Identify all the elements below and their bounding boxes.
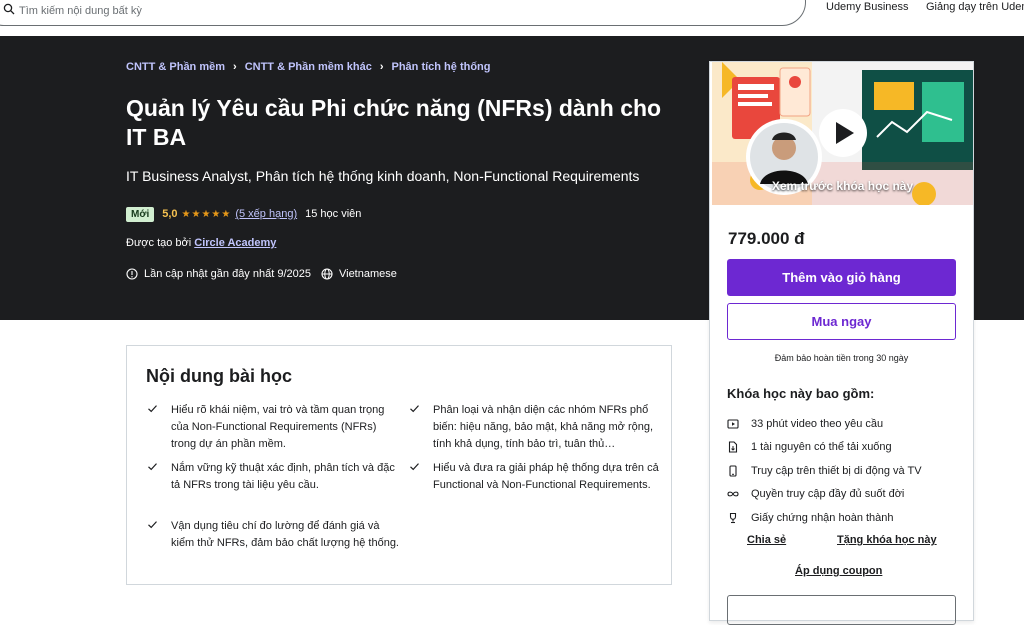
list-item: 33 phút video theo yêu cầu bbox=[727, 412, 967, 436]
learn-item-text: Nắm vững kỹ thuật xác định, phân tích và… bbox=[171, 462, 395, 491]
learn-item-text: Vận dụng tiêu chí đo lường để đánh giá v… bbox=[171, 520, 399, 549]
infinity-icon bbox=[727, 491, 739, 497]
breadcrumb: CNTT & Phần mềm › CNTT & Phần mềm khác ›… bbox=[126, 60, 491, 74]
course-language: Vietnamese bbox=[338, 268, 397, 280]
what-you-learn-box: Nội dung bài học Hiểu rõ khái niệm, vai … bbox=[126, 345, 672, 585]
student-count: 15 học viên bbox=[305, 208, 362, 220]
mobile-icon bbox=[729, 465, 737, 477]
breadcrumb-item-system-analysis[interactable]: Phân tích hệ thống bbox=[392, 61, 491, 73]
new-badge: Mới bbox=[126, 206, 155, 222]
apply-coupon-link[interactable]: Áp dụng coupon bbox=[795, 565, 882, 577]
list-item: Giấy chứng nhận hoàn thành bbox=[727, 506, 967, 530]
search-bar[interactable] bbox=[0, 0, 806, 26]
learn-item: Phân loại và nhận diện các nhóm NFRs phổ… bbox=[410, 402, 663, 453]
learn-item: Hiểu rõ khái niệm, vai trò và tầm quan t… bbox=[148, 402, 401, 453]
course-title: Quản lý Yêu cầu Phi chức năng (NFRs) dàn… bbox=[126, 95, 662, 150]
instructor-prefix: Được tạo bởi bbox=[126, 237, 195, 249]
nav-udemy-business[interactable]: Udemy Business bbox=[826, 1, 909, 13]
preview-label[interactable]: Xem trước khóa học này bbox=[712, 179, 973, 193]
includes-title: Khóa học này bao gồm: bbox=[727, 386, 875, 401]
check-icon bbox=[410, 405, 419, 413]
check-icon bbox=[148, 405, 157, 413]
include-text: Quyền truy cập đầy đủ suốt đời bbox=[751, 488, 905, 501]
learn-item: Vận dụng tiêu chí đo lường để đánh giá v… bbox=[148, 518, 401, 552]
gift-course-link[interactable]: Tặng khóa học này bbox=[837, 534, 937, 546]
learn-item: Nắm vững kỹ thuật xác định, phân tích và… bbox=[148, 460, 401, 494]
learn-section-title: Nội dung bài học bbox=[146, 366, 292, 386]
learn-item-text: Hiểu rõ khái niệm, vai trò và tầm quan t… bbox=[171, 404, 385, 450]
trophy-icon bbox=[729, 512, 737, 523]
rating-row: Mới 5,0 ★★★★★ (5 xếp hạng) 15 học viên bbox=[126, 206, 361, 222]
globe-icon bbox=[321, 268, 333, 280]
course-subtitle: IT Business Analyst, Phân tích hệ thống … bbox=[126, 168, 640, 184]
include-text: Truy cập trên thiết bị di động và TV bbox=[751, 464, 922, 477]
coupon-input-box[interactable] bbox=[727, 595, 956, 625]
course-price: 779.000 đ bbox=[728, 229, 805, 248]
check-icon bbox=[148, 463, 157, 471]
course-preview[interactable]: Xem trước khóa học này bbox=[712, 62, 973, 205]
learn-item-text: Hiểu và đưa ra giải pháp hệ thống dựa tr… bbox=[433, 462, 659, 491]
search-input[interactable] bbox=[19, 3, 619, 19]
top-header: Udemy Business Giảng dạy trên Udemy bbox=[0, 0, 1024, 36]
video-icon bbox=[727, 419, 739, 429]
purchase-card: Xem trước khóa học này 779.000 đ Thêm và… bbox=[709, 61, 974, 625]
includes-list: 33 phút video theo yêu cầu 1 tài nguyên … bbox=[727, 412, 967, 530]
nav-teach-on-udemy[interactable]: Giảng dạy trên Udemy bbox=[926, 1, 1024, 13]
course-meta: Lần cập nhật gần đây nhất 9/2025 Vietnam… bbox=[126, 267, 397, 281]
list-item: 1 tài nguyên có thể tải xuống bbox=[727, 436, 967, 460]
alert-info-icon bbox=[126, 268, 138, 280]
check-icon bbox=[148, 521, 157, 529]
search-icon bbox=[3, 3, 15, 15]
last-updated: Lần cập nhật gần đây nhất 9/2025 bbox=[144, 268, 311, 280]
breadcrumb-item-it-software[interactable]: CNTT & Phần mềm bbox=[126, 61, 225, 73]
add-to-cart-button[interactable]: Thêm vào giỏ hàng bbox=[727, 259, 956, 296]
chevron-right-icon: › bbox=[233, 61, 237, 73]
check-icon bbox=[410, 463, 419, 471]
instructor-link[interactable]: Circle Academy bbox=[194, 237, 276, 249]
learn-item-text: Phân loại và nhận diện các nhóm NFRs phổ… bbox=[433, 404, 654, 450]
rating-value: 5,0 bbox=[162, 208, 178, 220]
buy-now-button[interactable]: Mua ngay bbox=[727, 303, 956, 340]
file-download-icon bbox=[728, 441, 738, 453]
include-text: 1 tài nguyên có thể tải xuống bbox=[751, 441, 892, 454]
instructor-row: Được tạo bởi Circle Academy bbox=[126, 237, 276, 249]
include-text: 33 phút video theo yêu cầu bbox=[751, 417, 884, 430]
breadcrumb-item-other-it[interactable]: CNTT & Phần mềm khác bbox=[245, 61, 372, 73]
include-text: Giấy chứng nhận hoàn thành bbox=[751, 511, 894, 524]
rating-count-link[interactable]: (5 xếp hạng) bbox=[235, 208, 297, 220]
star-rating-icon: ★★★★★ bbox=[181, 208, 232, 220]
share-link[interactable]: Chia sẻ bbox=[747, 534, 786, 546]
learn-item: Hiểu và đưa ra giải pháp hệ thống dựa tr… bbox=[410, 460, 663, 494]
chevron-right-icon: › bbox=[379, 61, 384, 73]
list-item: Truy cập trên thiết bị di động và TV bbox=[727, 459, 967, 483]
money-back-guarantee: Đảm bảo hoàn tiền trong 30 ngày bbox=[774, 353, 909, 363]
list-item: Quyền truy cập đầy đủ suốt đời bbox=[727, 483, 967, 507]
